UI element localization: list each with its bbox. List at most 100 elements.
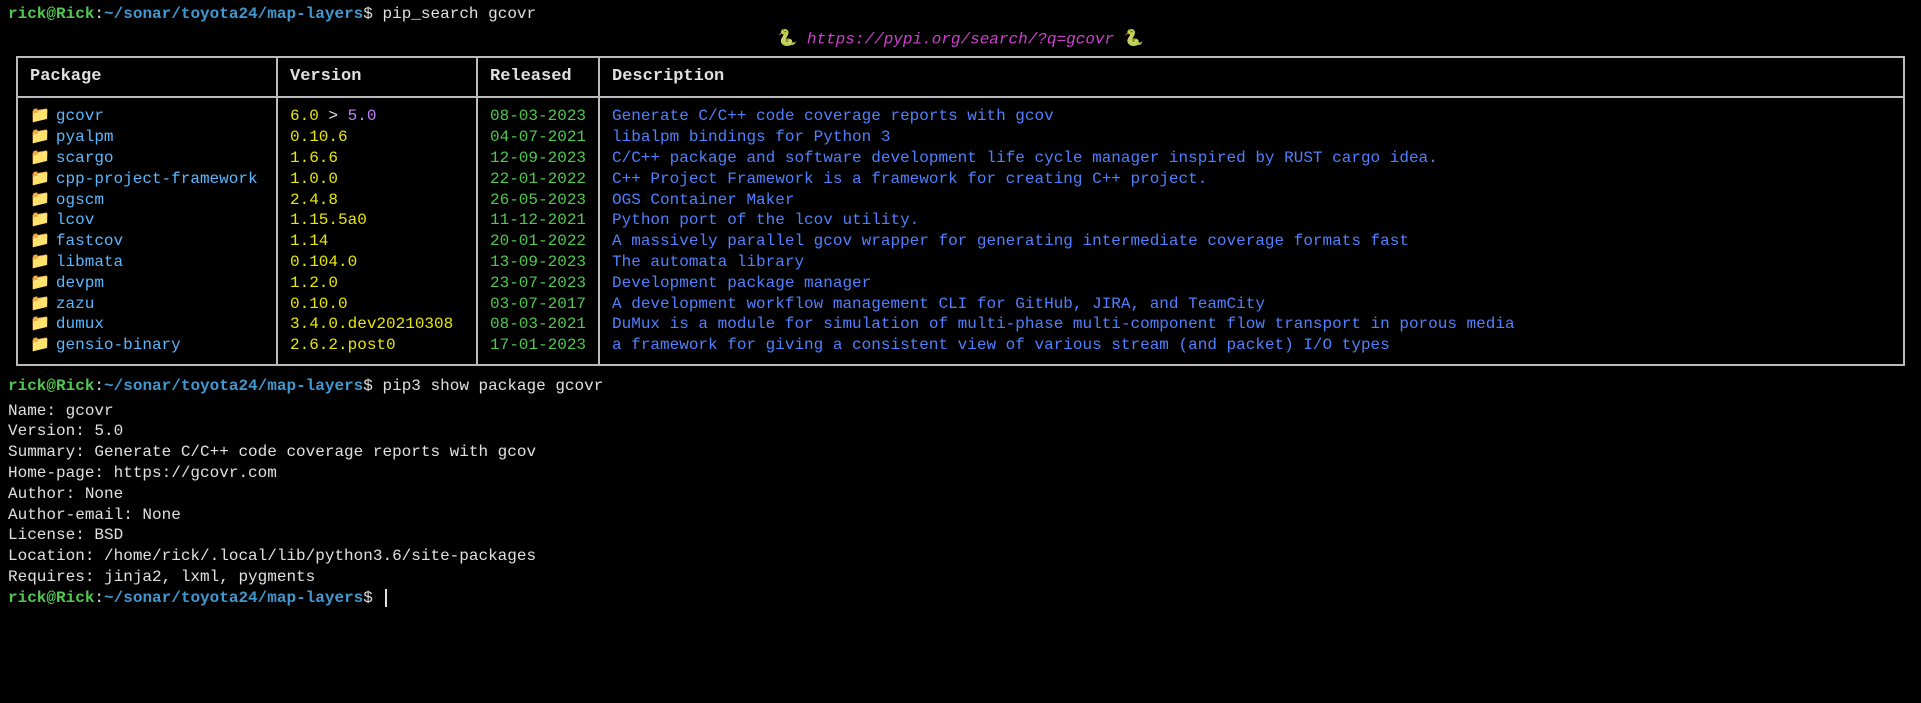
- package-name-row: 📁zazu: [30, 294, 264, 315]
- folder-icon: 📁: [30, 191, 50, 209]
- seperator: :: [94, 377, 104, 395]
- package-name-row: 📁gensio-binary: [30, 335, 264, 356]
- package-name-row: 📁pyalpm: [30, 127, 264, 148]
- folder-icon: 📁: [30, 149, 50, 167]
- folder-icon: 📁: [30, 232, 50, 250]
- version-latest: 1.2.0: [290, 274, 338, 292]
- pip-show-output: Name: gcovr Version: 5.0 Summary: Genera…: [8, 401, 1913, 588]
- package-name-row: 📁 fastcov: [30, 231, 264, 252]
- package-released-row: 11-12-2021: [490, 210, 586, 231]
- version-latest: 2.6.2.post0: [290, 336, 396, 354]
- package-released-row: 20-01-2022: [490, 231, 586, 252]
- package-version-row: 3.4.0.dev20210308: [290, 314, 464, 335]
- package-name: dumux: [56, 315, 104, 333]
- package-version-row: 1.2.0: [290, 273, 464, 294]
- package-name: devpm: [56, 274, 104, 292]
- version-latest: 0.104.0: [290, 253, 357, 271]
- prompt-dollar: $: [363, 5, 373, 23]
- cursor[interactable]: [385, 589, 387, 607]
- package-desc-row: libalpm bindings for Python 3: [612, 127, 1891, 148]
- info-version: Version: 5.0: [8, 421, 1913, 442]
- folder-icon: 📁: [30, 211, 50, 229]
- version-latest: 1.6.6: [290, 149, 338, 167]
- package-desc-row: The automata library: [612, 252, 1891, 273]
- header-description: Description: [599, 57, 1904, 97]
- package-desc-row: C++ Project Framework is a framework for…: [612, 169, 1891, 190]
- package-name-row: 📁 devpm: [30, 273, 264, 294]
- package-name: scargo: [56, 149, 114, 167]
- version-latest: 6.0: [290, 107, 319, 125]
- version-latest: 0.10.0: [290, 295, 348, 313]
- package-released-row: 17-01-2023: [490, 335, 586, 356]
- version-latest: 1.15.5a0: [290, 211, 367, 229]
- command-text: pip3 show package gcovr: [383, 377, 604, 395]
- user-host: rick@Rick: [8, 377, 94, 395]
- package-desc-row: DuMux is a module for simulation of mult…: [612, 314, 1891, 335]
- package-released-row: 13-09-2023: [490, 252, 586, 273]
- package-released-row: 04-07-2021: [490, 127, 586, 148]
- package-name: fastcov: [56, 232, 123, 250]
- package-desc-row: a framework for giving a consistent view…: [612, 335, 1891, 356]
- folder-icon: 📁: [30, 107, 50, 125]
- package-desc-row: Generate C/C++ code coverage reports wit…: [612, 106, 1891, 127]
- package-desc-row: Python port of the lcov utility.: [612, 210, 1891, 231]
- seperator: :: [94, 589, 104, 607]
- package-version-row: 2.6.2.post0: [290, 335, 464, 356]
- info-license: License: BSD: [8, 525, 1913, 546]
- version-latest: 1.0.0: [290, 170, 338, 188]
- info-author: Author: None: [8, 484, 1913, 505]
- info-location: Location: /home/rick/.local/lib/python3.…: [8, 546, 1913, 567]
- package-released-row: 08-03-2021: [490, 314, 586, 335]
- version-compare: >: [319, 107, 348, 125]
- header-released: Released: [477, 57, 599, 97]
- package-desc-row: A development workflow management CLI fo…: [612, 294, 1891, 315]
- package-released-row: 23-07-2023: [490, 273, 586, 294]
- package-name: gcovr: [56, 107, 104, 125]
- seperator: :: [94, 5, 104, 23]
- command-text: pip_search gcovr: [383, 5, 537, 23]
- package-name-row: 📁 scargo: [30, 148, 264, 169]
- info-homepage: Home-page: https://gcovr.com: [8, 463, 1913, 484]
- table-body-row: 📁gcovr📁pyalpm📁scargo📁cpp-project-framewo…: [17, 97, 1904, 365]
- package-name: ogscm: [56, 191, 104, 209]
- package-version-row: 1.0.0: [290, 169, 464, 190]
- package-version-row: 1.6.6: [290, 148, 464, 169]
- prompt-line-3[interactable]: rick@Rick:~/sonar/toyota24/map-layers$: [8, 588, 1913, 609]
- package-table: Package Version Released Description 📁gc…: [16, 56, 1905, 366]
- version-latest: 3.4.0.dev20210308: [290, 315, 453, 333]
- package-name-row: 📁 dumux: [30, 314, 264, 335]
- package-released-row: 03-07-2017: [490, 294, 586, 315]
- folder-icon: 📁: [30, 274, 50, 292]
- prompt-dollar: $: [363, 377, 373, 395]
- folder-icon: 📁: [30, 128, 50, 146]
- package-released-row: 26-05-2023: [490, 190, 586, 211]
- folder-icon: 📁: [30, 253, 50, 271]
- version-latest: 1.14: [290, 232, 328, 250]
- package-desc-row: A massively parallel gcov wrapper for ge…: [612, 231, 1891, 252]
- package-name-row: 📁 ogscm: [30, 190, 264, 211]
- package-version-row: 2.4.8: [290, 190, 464, 211]
- header-package: Package: [17, 57, 277, 97]
- cwd-path: ~/sonar/toyota24/map-layers: [104, 5, 363, 23]
- prompt-dollar: $: [363, 589, 373, 607]
- package-desc-row: C/C++ package and software development l…: [612, 148, 1891, 169]
- package-desc-row: Development package manager: [612, 273, 1891, 294]
- package-desc-row: OGS Container Maker: [612, 190, 1891, 211]
- folder-icon: 📁: [30, 170, 50, 188]
- search-url: https://pypi.org/search/?q=gcovr: [807, 30, 1114, 48]
- package-name: cpp-project-framework: [56, 170, 258, 188]
- package-name: lcov: [56, 211, 94, 229]
- package-released-row: 22-01-2022: [490, 169, 586, 190]
- prompt-line-2: rick@Rick:~/sonar/toyota24/map-layers$ p…: [8, 376, 1913, 397]
- package-name-row: 📁 lcov: [30, 210, 264, 231]
- package-name: gensio-binary: [56, 336, 181, 354]
- package-name-row: 📁 gcovr: [30, 106, 264, 127]
- package-name: libmata: [56, 253, 123, 271]
- snake-icon: 🐍: [777, 29, 797, 50]
- package-name: zazu: [56, 295, 94, 313]
- folder-icon: 📁: [30, 315, 50, 333]
- cwd-path: ~/sonar/toyota24/map-layers: [104, 377, 363, 395]
- package-version-row: 0.10.0: [290, 294, 464, 315]
- package-version-row: 1.14: [290, 231, 464, 252]
- user-host: rick@Rick: [8, 589, 94, 607]
